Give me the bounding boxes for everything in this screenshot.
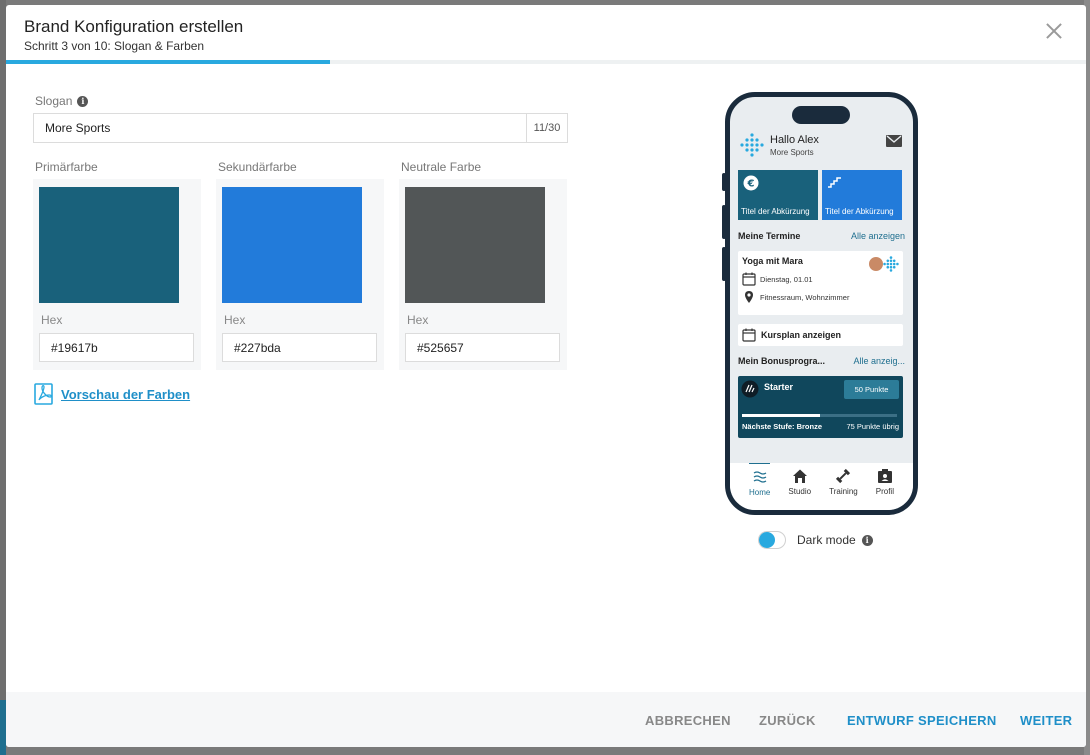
slogan-field: 11/30: [33, 113, 568, 143]
slogan-label-text: Slogan: [35, 94, 73, 108]
appointments-title: Meine Termine: [738, 231, 801, 241]
bonus-progress-bar: [742, 414, 897, 417]
neutral-color-swatch[interactable]: [405, 187, 545, 303]
appointment-date: Dienstag, 01.01: [760, 274, 813, 284]
preview-colors-link-text: Vorschau der Farben: [61, 386, 191, 402]
studio-logo-icon: [740, 133, 764, 157]
nav-studio-label: Studio: [788, 487, 812, 496]
schedule-link-card[interactable]: Kursplan anzeigen: [738, 324, 903, 346]
dark-mode-label: Dark mode i: [797, 533, 873, 547]
neutral-hex-input[interactable]: [405, 333, 560, 362]
shortcut-tile[interactable]: Titel der Abkürzung: [822, 170, 902, 220]
phone-notch: [792, 106, 850, 124]
app-bottom-nav: Home Studio Training Profil: [730, 463, 913, 510]
nav-profile-label: Profil: [875, 487, 894, 496]
back-button[interactable]: ZURÜCK: [759, 713, 816, 728]
calendar-icon: [742, 328, 756, 342]
appointment-card[interactable]: Yoga mit Mara Dienstag, 01.01 Fitnessrau…: [738, 251, 903, 315]
stairs-icon: [828, 177, 841, 188]
secondary-hex-input[interactable]: [222, 333, 377, 362]
nav-training[interactable]: Training: [829, 463, 858, 496]
dark-mode-toggle[interactable]: [758, 531, 786, 549]
nav-home[interactable]: Home: [749, 463, 771, 497]
secondary-color-swatch[interactable]: [222, 187, 362, 303]
shortcut-tile-label: Titel der Abkürzung: [825, 207, 894, 216]
appointment-location-row: Fitnessraum, Wohnzimmer: [742, 290, 899, 304]
bonus-progress-fill: [742, 414, 820, 417]
house-icon: [792, 469, 807, 483]
modal-subtitle: Schritt 3 von 10: Slogan & Farben: [24, 39, 205, 53]
slogan-input[interactable]: [34, 114, 526, 142]
bonus-points-badge: 50 Punkte: [844, 380, 899, 399]
info-icon[interactable]: i: [77, 95, 89, 107]
nav-training-label: Training: [829, 487, 858, 496]
bonus-show-all-link[interactable]: Alle anzeig...: [853, 356, 905, 366]
secondary-color-card: Hex: [216, 179, 384, 370]
hex-label: Hex: [407, 313, 429, 327]
neutral-color-card: Hex: [399, 179, 567, 370]
studio-logo-icon: [883, 256, 899, 272]
nav-profile[interactable]: Profil: [876, 463, 894, 496]
svg-text:€: €: [747, 179, 755, 190]
hex-label: Hex: [224, 313, 246, 327]
bonus-points-remaining: 75 Punkte übrig: [846, 422, 899, 431]
primary-color-label: Primärfarbe: [35, 160, 98, 174]
dark-mode-toggle-knob: [759, 532, 775, 548]
dark-mode-label-text: Dark mode: [797, 533, 856, 547]
studio-name: More Sports: [770, 147, 814, 157]
home-waves-icon: [753, 471, 767, 483]
save-draft-button[interactable]: ENTWURF SPEICHERN: [847, 713, 997, 728]
profile-icon: [877, 469, 892, 483]
shortcut-tile[interactable]: € Titel der Abkürzung: [738, 170, 818, 220]
bonus-next-level: Nächste Stufe: Bronze: [742, 422, 823, 431]
secondary-color-label: Sekundärfarbe: [218, 160, 297, 174]
pdf-icon: [34, 383, 53, 405]
close-icon[interactable]: [1042, 19, 1066, 43]
bonus-card[interactable]: Starter 50 Punkte Nächste Stufe: Bronze …: [738, 376, 903, 438]
neutral-color-label: Neutrale Farbe: [401, 160, 482, 174]
next-button[interactable]: WEITER: [1020, 713, 1072, 728]
shortcut-tile-label: Titel der Abkürzung: [741, 207, 810, 216]
step-progress-fill: [6, 60, 330, 64]
slogan-char-counter: 11/30: [526, 114, 567, 142]
appointments-show-all-link[interactable]: Alle anzeigen: [851, 231, 905, 241]
dumbbell-icon: [836, 468, 851, 484]
phone-preview: Hallo Alex More Sports € Titel der Abkür…: [725, 92, 918, 515]
schedule-link-label: Kursplan anzeigen: [761, 330, 842, 340]
brand-config-modal: Brand Konfiguration erstellen Schritt 3 …: [6, 5, 1086, 747]
appointment-date-row: Dienstag, 01.01: [742, 272, 899, 286]
primary-hex-input[interactable]: [39, 333, 194, 362]
bonus-section-title: Mein Bonusprogra...: [738, 356, 826, 366]
modal-footer: ABBRECHEN ZURÜCK ENTWURF SPEICHERN WEITE…: [6, 692, 1086, 747]
calendar-icon: [742, 272, 756, 286]
primary-color-swatch[interactable]: [39, 187, 179, 303]
primary-color-card: Hex: [33, 179, 201, 370]
hex-label: Hex: [41, 313, 63, 327]
appointment-location: Fitnessraum, Wohnzimmer: [760, 292, 850, 302]
nav-home-label: Home: [749, 488, 771, 497]
slogan-label: Slogan i: [35, 94, 89, 108]
nav-studio[interactable]: Studio: [788, 463, 811, 496]
appointment-avatars: [868, 255, 900, 273]
greeting: Hallo Alex: [770, 133, 819, 146]
info-icon[interactable]: i: [861, 534, 873, 546]
app-header: Hallo Alex More Sports: [738, 131, 819, 159]
bonus-level-icon: [741, 380, 759, 398]
euro-icon: €: [743, 175, 759, 191]
modal-header: Brand Konfiguration erstellen Schritt 3 …: [6, 5, 1086, 65]
step-progress-bar: [6, 60, 1086, 64]
cancel-button[interactable]: ABBRECHEN: [645, 713, 731, 728]
mail-icon[interactable]: [886, 135, 902, 147]
preview-colors-link[interactable]: Vorschau der Farben: [33, 383, 190, 405]
modal-title: Brand Konfiguration erstellen: [24, 17, 244, 36]
bonus-level: Starter: [764, 382, 794, 392]
location-pin-icon: [745, 291, 753, 303]
